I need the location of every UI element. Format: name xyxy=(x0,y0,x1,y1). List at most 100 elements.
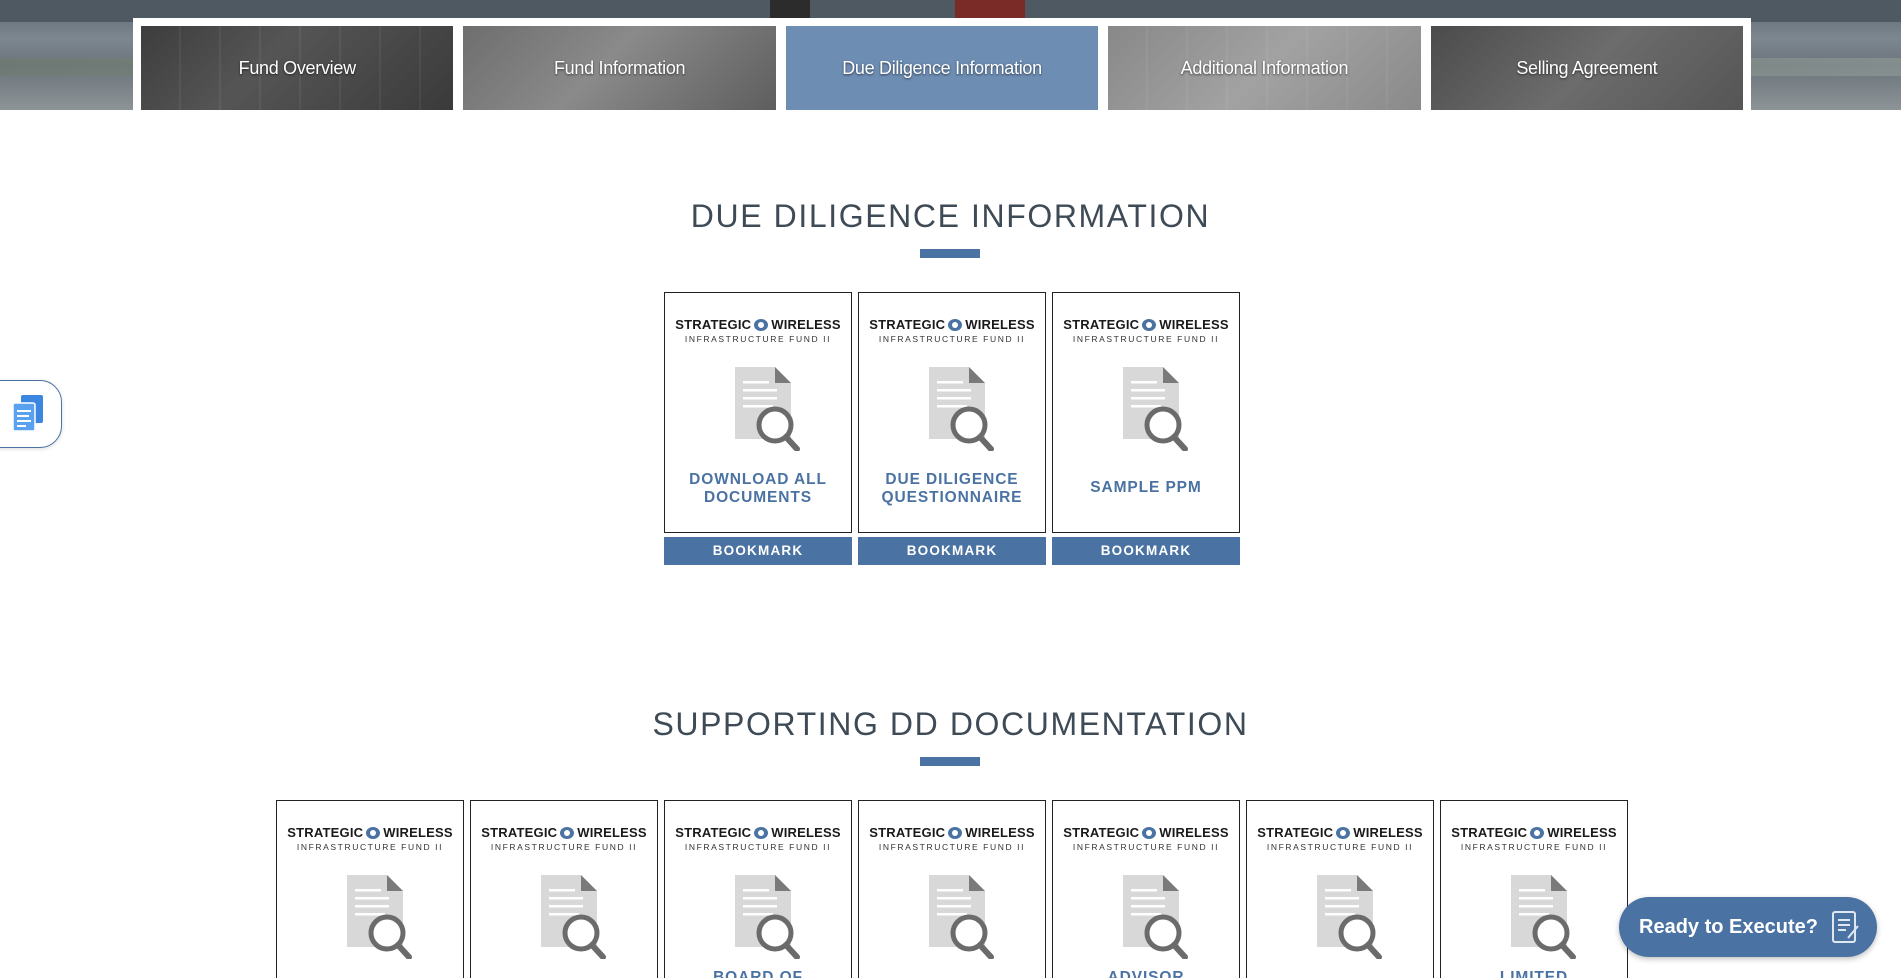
section-tabs: Fund Overview Fund Information Due Dilig… xyxy=(133,18,1751,110)
logo-text: STRATEGIC xyxy=(869,317,946,332)
document-card-label: ADVISOR xyxy=(1107,969,1185,978)
document-card[interactable]: STRATEGIC WIRELESS INFRASTRUCTURE FUND II D… xyxy=(858,292,1046,533)
tab-label: Due Diligence Information xyxy=(842,57,1042,78)
logo-subtitle: INFRASTRUCTURE FUND II xyxy=(1460,842,1608,852)
label-line: DOCUMENTS xyxy=(704,489,812,506)
eye-icon xyxy=(754,826,769,839)
label-line: DOWNLOAD ALL xyxy=(689,471,827,488)
title-underline xyxy=(920,757,980,766)
eye-icon xyxy=(948,826,963,839)
logo-text: WIRELESS xyxy=(383,825,453,840)
logo-subtitle: INFRASTRUCTURE FUND II xyxy=(296,842,444,852)
document-search-icon xyxy=(347,875,412,959)
logo-text: WIRELESS xyxy=(1547,825,1617,840)
logo-text: STRATEGIC xyxy=(675,317,752,332)
fund-logo: STRATEGIC WIRELESS INFRASTRUCTURE FUND II xyxy=(859,825,1045,852)
document-card[interactable]: STRATEGIC WIRELESS INFRASTRUCTURE FUND II xyxy=(276,800,464,978)
tab-selling-agreement[interactable]: Selling Agreement xyxy=(1430,26,1744,110)
fund-logo: STRATEGIC WIRELESS INFRASTRUCTURE FUND II xyxy=(1441,825,1627,852)
document-search-icon xyxy=(735,875,800,959)
logo-text: WIRELESS xyxy=(577,825,647,840)
document-search-icon xyxy=(1317,875,1382,959)
documents-icon xyxy=(12,395,43,432)
fund-logo: STRATEGIC WIRELESS INFRASTRUCTURE FUND II xyxy=(1247,825,1433,852)
document-search-icon xyxy=(929,875,994,959)
execute-label: Ready to Execute? xyxy=(1639,915,1818,938)
logo-text: STRATEGIC xyxy=(481,825,558,840)
documents-float-button[interactable] xyxy=(0,380,62,448)
document-card-label: SAMPLE PPM xyxy=(1090,479,1202,496)
fund-logo: STRATEGIC WIRELESS INFRASTRUCTURE FUND II xyxy=(471,825,657,852)
document-card[interactable]: STRATEGIC WIRELESS INFRASTRUCTURE FUND II L… xyxy=(1440,800,1628,978)
logo-text: STRATEGIC xyxy=(1257,825,1334,840)
fund-logo: STRATEGIC WIRELESS INFRASTRUCTURE FUND II xyxy=(665,825,851,852)
tab-label: Fund Information xyxy=(553,57,686,78)
document-card-label: BOARD OF xyxy=(713,969,803,978)
logo-text: STRATEGIC xyxy=(287,825,364,840)
signature-doc-icon xyxy=(1831,911,1859,943)
logo-text: STRATEGIC xyxy=(1451,825,1528,840)
logo-text: WIRELESS xyxy=(1159,825,1229,840)
fund-logo: STRATEGIC WIRELESS INFRASTRUCTURE FUND II xyxy=(1053,317,1239,344)
logo-text: WIRELESS xyxy=(1159,317,1229,332)
bookmark-button[interactable]: BOOKMARK xyxy=(664,537,852,565)
document-search-icon xyxy=(1123,875,1188,959)
fund-logo: STRATEGIC WIRELESS INFRASTRUCTURE FUND II xyxy=(1053,825,1239,852)
document-search-icon xyxy=(735,367,800,451)
bookmark-button[interactable]: BOOKMARK xyxy=(1052,537,1240,565)
tab-fund-information[interactable]: Fund Information xyxy=(463,26,776,110)
eye-icon xyxy=(1142,826,1157,839)
tab-additional-information[interactable]: Additional Information xyxy=(1108,26,1421,110)
document-search-icon xyxy=(1511,875,1576,959)
eye-icon xyxy=(560,826,575,839)
document-card[interactable]: STRATEGIC WIRELESS INFRASTRUCTURE FUND II S… xyxy=(1052,292,1240,533)
eye-icon xyxy=(1336,826,1351,839)
label-line: QUESTIONNAIRE xyxy=(881,489,1023,506)
title-underline xyxy=(920,249,980,258)
eye-icon xyxy=(366,826,381,839)
label-line: DUE DILIGENCE xyxy=(885,471,1019,488)
document-card[interactable]: STRATEGIC WIRELESS INFRASTRUCTURE FUND II D… xyxy=(664,292,852,533)
fund-logo: STRATEGIC WIRELESS INFRASTRUCTURE FUND II xyxy=(665,317,851,344)
logo-text: WIRELESS xyxy=(965,317,1035,332)
eye-icon xyxy=(948,318,963,331)
section-title-due-diligence: DUE DILIGENCE INFORMATION xyxy=(690,198,1211,234)
logo-text: WIRELESS xyxy=(771,317,841,332)
document-card[interactable]: STRATEGIC WIRELESS INFRASTRUCTURE FUND II B… xyxy=(664,800,852,978)
logo-subtitle: INFRASTRUCTURE FUND II xyxy=(878,334,1026,344)
logo-subtitle: INFRASTRUCTURE FUND II xyxy=(1072,842,1220,852)
document-card-label: DUE DILIGENCE QUESTIONNAIRE xyxy=(867,471,1037,507)
document-card[interactable]: STRATEGIC WIRELESS INFRASTRUCTURE FUND II A… xyxy=(1052,800,1240,978)
document-card[interactable]: STRATEGIC WIRELESS INFRASTRUCTURE FUND II xyxy=(1246,800,1434,978)
section-title-supporting: SUPPORTING DD DOCUMENTATION xyxy=(652,706,1249,742)
tab-label: Fund Overview xyxy=(238,57,356,78)
tab-due-diligence-information[interactable]: Due Diligence Information xyxy=(785,26,1099,110)
logo-text: STRATEGIC xyxy=(869,825,946,840)
logo-text: STRATEGIC xyxy=(675,825,752,840)
tab-fund-overview[interactable]: Fund Overview xyxy=(141,26,454,110)
logo-subtitle: INFRASTRUCTURE FUND II xyxy=(1266,842,1414,852)
logo-subtitle: INFRASTRUCTURE FUND II xyxy=(1072,334,1220,344)
logo-text: WIRELESS xyxy=(1353,825,1423,840)
document-search-icon xyxy=(541,875,606,959)
tab-label: Selling Agreement xyxy=(1516,57,1658,78)
fund-logo: STRATEGIC WIRELESS INFRASTRUCTURE FUND II xyxy=(859,317,1045,344)
logo-text: WIRELESS xyxy=(965,825,1035,840)
logo-subtitle: INFRASTRUCTURE FUND II xyxy=(684,842,832,852)
tab-label: Additional Information xyxy=(1180,57,1349,78)
logo-subtitle: INFRASTRUCTURE FUND II xyxy=(878,842,1026,852)
logo-subtitle: INFRASTRUCTURE FUND II xyxy=(684,334,832,344)
document-search-icon xyxy=(929,367,994,451)
document-card-label: DOWNLOAD ALL DOCUMENTS xyxy=(673,471,843,507)
document-card-label: LIMITED xyxy=(1499,969,1569,978)
document-search-icon xyxy=(1123,367,1188,451)
document-card[interactable]: STRATEGIC WIRELESS INFRASTRUCTURE FUND II xyxy=(470,800,658,978)
bookmark-button[interactable]: BOOKMARK xyxy=(858,537,1046,565)
ready-to-execute-button[interactable]: Ready to Execute? xyxy=(1619,897,1877,957)
document-card[interactable]: STRATEGIC WIRELESS INFRASTRUCTURE FUND II xyxy=(858,800,1046,978)
fund-logo: STRATEGIC WIRELESS INFRASTRUCTURE FUND II xyxy=(277,825,463,852)
logo-text: STRATEGIC xyxy=(1063,317,1140,332)
logo-subtitle: INFRASTRUCTURE FUND II xyxy=(490,842,638,852)
logo-text: WIRELESS xyxy=(771,825,841,840)
eye-icon xyxy=(1530,826,1545,839)
